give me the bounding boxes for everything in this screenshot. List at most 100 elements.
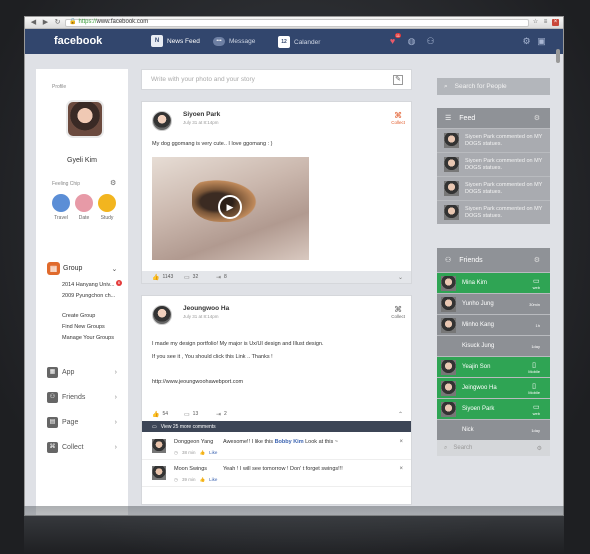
- manage-groups-link[interactable]: Manage Your Groups: [62, 335, 114, 341]
- friend-item[interactable]: Mina Kim ▭ web: [437, 272, 550, 293]
- feed-item-text: Siyoen Park commented on MY DOGS statues…: [465, 133, 543, 147]
- gear-icon[interactable]: ⚙: [537, 445, 542, 452]
- chevron-up-icon[interactable]: ⌃: [398, 411, 403, 418]
- friend-item[interactable]: Jeingwoo Ha ▯ Mobile: [437, 377, 550, 398]
- comment-author[interactable]: Moon Swings: [174, 466, 207, 472]
- monitor-icon: ▭: [533, 277, 540, 285]
- friend-item[interactable]: Yunho Jung 30min: [437, 293, 550, 314]
- sidebar-item-page[interactable]: ▤ Page ›: [47, 417, 117, 428]
- feed-title: Feed: [459, 114, 476, 122]
- people-search[interactable]: ⌕ Search for People: [437, 78, 550, 95]
- tab-calendar[interactable]: 12 Calander: [278, 36, 320, 48]
- collect-button[interactable]: ⌘ Collect: [391, 305, 405, 319]
- chip-travel[interactable]: Travel: [52, 194, 70, 221]
- chevron-down-icon[interactable]: ⌄: [398, 274, 403, 281]
- comment-button[interactable]: ▭ 13: [184, 411, 216, 418]
- monitor-icon: ▭: [533, 403, 540, 411]
- comment-author[interactable]: Donggeon Yang: [174, 439, 213, 445]
- sidebar-item-app[interactable]: ▦ App ›: [47, 367, 117, 378]
- pencil-icon[interactable]: ✎: [393, 75, 403, 85]
- friend-item[interactable]: Nick 1day: [437, 419, 550, 440]
- comment-avatar[interactable]: [152, 439, 166, 453]
- globe-icon[interactable]: ◍: [406, 36, 417, 47]
- star-icon[interactable]: ☆: [532, 19, 539, 26]
- feed-item[interactable]: Siyoen Park commented on MY DOGS statues…: [437, 200, 550, 224]
- like-button[interactable]: 👍 54: [152, 411, 184, 418]
- gear-icon[interactable]: ⚙: [534, 256, 540, 264]
- compose-box[interactable]: Write with your photo and your story ✎: [141, 69, 412, 90]
- close-icon[interactable]: ×: [399, 466, 403, 472]
- forward-icon[interactable]: ▶: [41, 19, 50, 27]
- friend-item[interactable]: Minho Kang 1h: [437, 314, 550, 335]
- back-icon[interactable]: ◀: [29, 19, 38, 27]
- close-window-icon[interactable]: ×: [552, 19, 559, 26]
- post-video[interactable]: ▶: [152, 157, 309, 260]
- chip-study[interactable]: Study: [98, 194, 116, 221]
- facebook-logo[interactable]: facebook: [54, 35, 102, 47]
- friends-icon[interactable]: ⚇: [425, 36, 436, 47]
- post-link[interactable]: http://www.jeoungwoohawebport.com: [152, 379, 243, 385]
- comment-body: Awesome!! I like this: [223, 439, 274, 445]
- friend-name: Siyoen Park: [462, 406, 495, 412]
- feed-item[interactable]: Siyoen Park commented on MY DOGS statues…: [437, 176, 550, 200]
- group-item[interactable]: 2014 Hanyang Univ...: [62, 282, 115, 288]
- post-author[interactable]: Siyoen Park: [183, 111, 220, 118]
- close-icon[interactable]: ×: [399, 439, 403, 445]
- chip-date[interactable]: Date: [75, 194, 93, 221]
- friend-item[interactable]: Yeajin Son ▯ Mobile: [437, 356, 550, 377]
- feed-item[interactable]: Siyoen Park commented on MY DOGS statues…: [437, 152, 550, 176]
- play-icon[interactable]: ▶: [218, 195, 242, 219]
- sidebar-item-friends[interactable]: ⚇ Friends ›: [47, 392, 117, 403]
- share-icon: ⇥: [216, 274, 222, 281]
- avatar[interactable]: [66, 100, 104, 138]
- address-bar[interactable]: 🔒 https://www.facebook.com: [65, 18, 529, 27]
- lock-icon: 🔒: [69, 19, 77, 25]
- friends-title: Friends: [459, 256, 483, 264]
- sidebar-item-collect[interactable]: ⌘ Collect ›: [47, 442, 117, 453]
- friend-item[interactable]: Kisuck Jung 1day: [437, 335, 550, 356]
- search-placeholder: Search for People: [454, 83, 507, 90]
- lock-icon[interactable]: ▣: [536, 36, 547, 47]
- group-header[interactable]: ▦ Group ⌄: [47, 262, 117, 275]
- create-group-link[interactable]: Create Group: [62, 313, 95, 319]
- calendar-icon: 12: [278, 36, 290, 48]
- gear-icon[interactable]: ⚙: [534, 114, 540, 122]
- collect-label: Collect: [391, 120, 405, 125]
- friend-status: 30min: [529, 301, 540, 307]
- scrollbar[interactable]: [556, 49, 560, 63]
- profile-name[interactable]: Gyeli Kim: [36, 157, 128, 164]
- comment-avatar[interactable]: [152, 466, 166, 480]
- feed-item[interactable]: Siyoen Park commented on MY DOGS statues…: [437, 128, 550, 152]
- heart-icon[interactable]: ♥ 11: [387, 33, 401, 47]
- share-button[interactable]: ⇥ 8: [216, 274, 248, 281]
- feed-item-text: Siyoen Park commented on MY DOGS statues…: [465, 157, 543, 171]
- menu-icon[interactable]: ≡: [542, 19, 549, 26]
- post-author[interactable]: Jeoungwoo Ha: [183, 305, 229, 312]
- tab-label: Message: [229, 38, 256, 45]
- tab-news-feed[interactable]: N News Feed: [151, 35, 200, 47]
- reload-icon[interactable]: ↻: [53, 19, 62, 27]
- friend-item[interactable]: Siyoen Park ▭ web: [437, 398, 550, 419]
- status-label: Mobile: [528, 368, 540, 374]
- post-avatar[interactable]: [152, 111, 172, 131]
- view-more-comments[interactable]: ▭ View 25 more comments: [142, 421, 411, 432]
- comment-like-button[interactable]: Like: [209, 450, 217, 456]
- friend-status: ▯ Mobile: [528, 361, 540, 374]
- gear-icon[interactable]: ⚙: [110, 179, 116, 187]
- feed-panel: ☰ Feed ⚙ Siyoen Park commented on MY DOG…: [437, 108, 550, 224]
- collect-icon: ⌘: [394, 111, 403, 120]
- gear-icon[interactable]: ⚙: [521, 36, 532, 47]
- like-button[interactable]: 👍 1143: [152, 274, 184, 281]
- sidebar-item-label: Page: [62, 419, 79, 426]
- comment-like-button[interactable]: Like: [209, 477, 217, 483]
- group-item[interactable]: 2009 Pyungchon ch...: [62, 293, 115, 299]
- collect-button[interactable]: ⌘ Collect: [391, 111, 405, 125]
- tab-message[interactable]: ••• Message: [213, 37, 255, 46]
- post-avatar[interactable]: [152, 305, 172, 325]
- friend-search[interactable]: ⌕ Search ⚙: [437, 440, 550, 456]
- find-groups-link[interactable]: Find New Groups: [62, 324, 105, 330]
- comment-button[interactable]: ▭ 32: [184, 274, 216, 281]
- comment-tag[interactable]: Bobby Kim: [275, 439, 304, 445]
- share-button[interactable]: ⇥ 2: [216, 411, 248, 418]
- study-icon: [98, 194, 116, 212]
